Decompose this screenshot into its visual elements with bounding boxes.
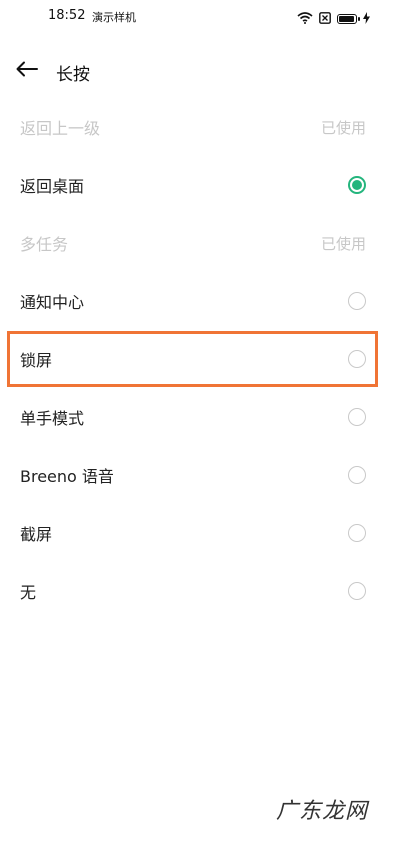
option-label: 返回上一级: [20, 119, 101, 138]
sim-icon: [319, 9, 331, 28]
option-return-previous: 返回上一级 已使用: [0, 98, 402, 156]
radio-icon[interactable]: [348, 582, 366, 600]
radio-icon[interactable]: [348, 292, 366, 310]
option-label: 返回桌面: [20, 177, 85, 196]
status-bar: 18:52 演示样机: [0, 0, 402, 34]
watermark: 广东龙网: [275, 799, 368, 824]
highlight-box: [7, 331, 378, 387]
radio-icon[interactable]: [348, 524, 366, 542]
option-one-hand-mode[interactable]: 单手模式: [0, 388, 402, 446]
header: 长按: [0, 50, 402, 94]
status-carrier: 演示样机: [92, 11, 136, 24]
option-label: 无: [20, 583, 37, 602]
status-time: 18:52: [48, 8, 86, 23]
back-button[interactable]: [14, 58, 40, 84]
option-label: 多任务: [20, 235, 69, 254]
radio-icon[interactable]: [348, 466, 366, 484]
option-label: Breeno 语音: [20, 467, 114, 486]
radio-icon[interactable]: [348, 408, 366, 426]
option-none[interactable]: 无: [0, 562, 402, 620]
arrow-left-icon: [16, 61, 38, 81]
status-icons: [297, 9, 370, 28]
radio-selected-icon[interactable]: [348, 176, 366, 194]
option-notification-center[interactable]: 通知中心: [0, 272, 402, 330]
option-label: 通知中心: [20, 293, 85, 312]
charging-icon: [363, 9, 370, 28]
option-return-home[interactable]: 返回桌面: [0, 156, 402, 214]
battery-level: [339, 15, 354, 22]
wifi-icon: [297, 9, 313, 28]
page-title: 长按: [56, 65, 90, 85]
option-label: 单手模式: [20, 409, 85, 428]
option-label: 截屏: [20, 525, 53, 544]
battery-icon: [337, 13, 360, 24]
option-multitask: 多任务 已使用: [0, 214, 402, 272]
option-breeno-voice[interactable]: Breeno 语音: [0, 446, 402, 504]
option-status: 已使用: [320, 118, 366, 137]
option-screenshot[interactable]: 截屏: [0, 504, 402, 562]
option-status: 已使用: [320, 234, 366, 253]
